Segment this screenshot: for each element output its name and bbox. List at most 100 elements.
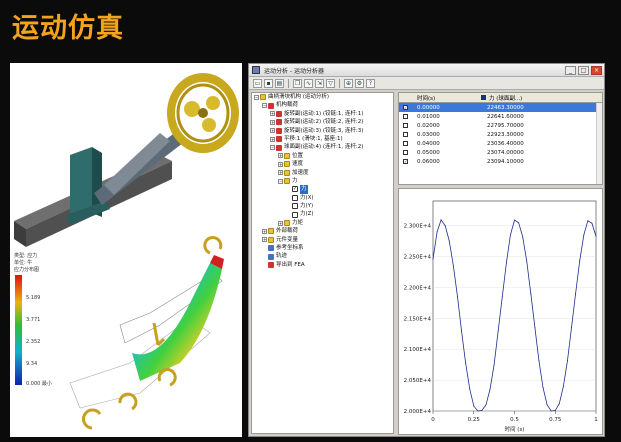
expand-icon[interactable]: + [270, 111, 275, 117]
tree-item-label: 力(Z) [300, 211, 314, 218]
minimize-button[interactable]: _ [565, 65, 576, 75]
checkbox[interactable] [292, 203, 298, 210]
table-row[interactable]: 0.05000 23074.00000 [399, 148, 602, 157]
expand-icon[interactable]: + [270, 119, 275, 125]
data-point [514, 219, 515, 221]
checkbox[interactable] [292, 186, 298, 193]
copy-icon[interactable]: ❐ [293, 78, 302, 88]
row-checkbox[interactable] [403, 114, 408, 119]
data-point [526, 260, 528, 262]
tree-item[interactable]: + 位置 [252, 152, 393, 160]
data-point [440, 219, 442, 221]
row-checkbox[interactable] [403, 132, 408, 137]
row-checkbox[interactable] [403, 141, 408, 146]
table-row[interactable]: ✓ 0.06000 23094.10000 [399, 157, 602, 166]
open-icon[interactable]: ▭ [253, 78, 262, 88]
tree-item[interactable]: + 速度 [252, 160, 393, 168]
tree-item[interactable]: + 力矩 [252, 219, 393, 227]
tree-item-label: 元件变量 [276, 236, 299, 243]
time-cell: 0.04000 [417, 140, 440, 147]
tree-item[interactable]: − 曲柄滑块机构 (运动分析) [252, 93, 393, 101]
row-checkbox[interactable]: ✓ [403, 159, 408, 164]
time-column-header[interactable]: 时间(s) [411, 94, 473, 102]
expand-icon[interactable]: + [270, 128, 275, 134]
coordinate-icon [268, 245, 274, 252]
joint-icon [276, 119, 282, 126]
export-icon[interactable]: ⇲ [315, 78, 324, 88]
row-checkbox[interactable] [403, 123, 408, 128]
table-row[interactable]: 0.04000 23036.40000 [399, 139, 602, 148]
force-cell: 22795.70000 [487, 122, 524, 129]
close-button[interactable]: × [591, 65, 602, 75]
expand-icon[interactable]: + [262, 228, 267, 234]
tree-item-label: 力 [300, 185, 308, 194]
tree-item[interactable]: + 旋转副(运动:2) (铰链:2, 连杆:2) [252, 118, 393, 126]
tree-item-label: 加速度 [292, 169, 309, 176]
tree-item[interactable]: 导出到 FEA [252, 261, 393, 269]
tree-item-label: 力 [292, 177, 298, 184]
filter-icon[interactable]: ▽ [326, 78, 335, 88]
time-cell: 0.01000 [417, 113, 440, 120]
y-tick-label: 2.050E+4 [404, 378, 432, 384]
tree-item[interactable]: + 旋转副(运动:1) (铰链:1, 连杆:1) [252, 110, 393, 118]
collapse-icon[interactable]: − [262, 103, 267, 109]
tree-item[interactable]: − 力 [252, 177, 393, 185]
tree-item[interactable]: 参考坐标系 [252, 244, 393, 252]
data-point [436, 231, 438, 233]
checkbox[interactable] [292, 211, 298, 218]
tree-item[interactable]: + 平移:1 (滑块:1, 基座:1) [252, 135, 393, 143]
table-row[interactable]: ✓ 0.00000 22463.30000 [399, 103, 602, 112]
expand-icon[interactable]: + [278, 161, 283, 167]
chart-icon[interactable]: ∿ [304, 78, 313, 88]
checkbox[interactable] [292, 194, 298, 201]
table-row[interactable]: 0.01000 22641.60000 [399, 112, 602, 121]
tree-item[interactable]: + 加速度 [252, 169, 393, 177]
data-point [465, 362, 467, 364]
maximize-button[interactable]: □ [578, 65, 589, 75]
expand-icon[interactable]: + [262, 237, 267, 243]
expand-icon[interactable]: + [278, 170, 283, 176]
cad-figure-panel: 类型: 应力 单位: 牛 应力分布图 5.189 3.771 2.352 9.3… [10, 63, 242, 437]
collapse-icon[interactable]: − [270, 145, 275, 151]
tree-item-label: 力(Y) [300, 203, 314, 210]
tree-item[interactable]: 轨迹 [252, 252, 393, 260]
data-point [501, 296, 503, 298]
slide-title: 运动仿真 [12, 13, 124, 44]
tree-item[interactable]: 力 [252, 185, 393, 194]
tree-item[interactable]: + 外部载荷 [252, 227, 393, 235]
expand-icon[interactable]: + [278, 153, 283, 159]
tree-item[interactable]: − 机构载荷 [252, 101, 393, 109]
folder-icon [284, 169, 290, 176]
expand-icon[interactable]: + [270, 136, 275, 142]
table-row[interactable]: 0.03000 22923.30000 [399, 130, 602, 139]
expand-icon[interactable]: + [278, 220, 283, 226]
x-tick-label: 0.25 [468, 417, 481, 423]
tree-item[interactable]: − 球面副(运动:4) (连杆:1, 连杆:2) [252, 143, 393, 151]
save-icon[interactable]: ▪ [264, 78, 273, 88]
data-point [583, 234, 585, 236]
time-cell: 0.05000 [417, 149, 440, 156]
tree-item[interactable]: 力(Y) [252, 202, 393, 210]
fea-legend: 类型: 应力 单位: 牛 应力分布图 5.189 3.771 2.352 9.3… [14, 252, 52, 387]
folder-icon [284, 178, 290, 185]
settings-icon[interactable]: ⚙ [355, 78, 364, 88]
tree-item[interactable]: + 旋转副(运动:3) (铰链:3, 连杆:3) [252, 127, 393, 135]
zoom-icon[interactable]: ⊕ [344, 78, 353, 88]
data-point [575, 293, 577, 295]
x-tick-label: 0.75 [549, 417, 562, 423]
row-checkbox[interactable] [403, 150, 408, 155]
data-point [579, 260, 581, 262]
row-checkbox[interactable]: ✓ [403, 105, 408, 110]
series-column-header[interactable]: 力 (球面副...) [473, 94, 602, 102]
x-tick-label: 0.5 [510, 417, 519, 423]
tree-item[interactable]: 力(Z) [252, 210, 393, 218]
collapse-icon[interactable]: − [254, 94, 259, 100]
legend-tick: 9.34 [26, 361, 37, 367]
collapse-icon[interactable]: − [278, 178, 283, 184]
table-scrollbar[interactable] [596, 103, 602, 184]
tree-item[interactable]: + 元件变量 [252, 236, 393, 244]
tree-item[interactable]: 力(X) [252, 194, 393, 202]
table-row[interactable]: 0.02000 22795.70000 [399, 121, 602, 130]
help-icon[interactable]: ? [366, 78, 375, 88]
print-icon[interactable]: ▤ [275, 78, 284, 88]
